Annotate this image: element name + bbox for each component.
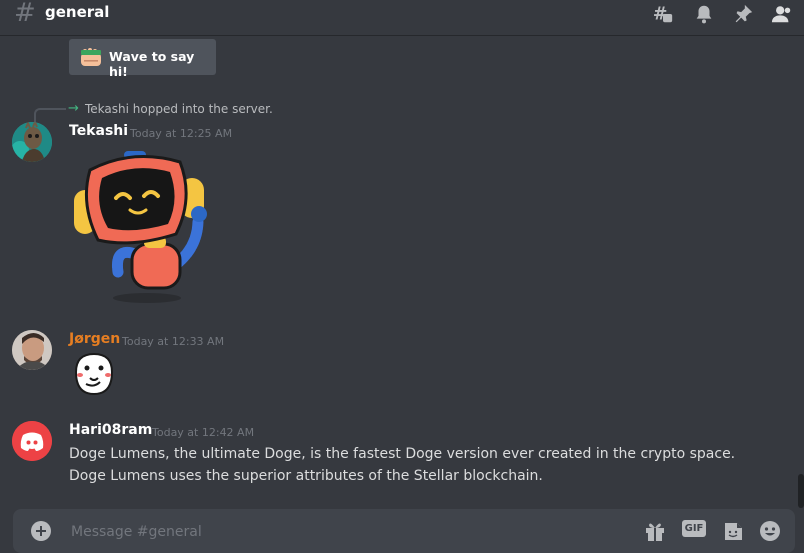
- reply-connector: [34, 108, 66, 124]
- avatar-jorgen[interactable]: [12, 330, 52, 370]
- members-icon[interactable]: [771, 3, 793, 25]
- robot-sticker[interactable]: [72, 148, 212, 306]
- gif-icon[interactable]: GIF: [682, 520, 706, 537]
- add-icon[interactable]: [31, 521, 51, 541]
- discord-logo-icon: [12, 421, 52, 461]
- threads-icon[interactable]: #: [652, 3, 674, 25]
- pin-icon[interactable]: [732, 3, 754, 25]
- scrollbar-thumb[interactable]: [798, 474, 804, 508]
- person-avatar-icon: [12, 330, 52, 370]
- message-input[interactable]: [69, 520, 573, 544]
- gift-icon[interactable]: [644, 520, 666, 542]
- channel-header: # general #: [0, 0, 804, 36]
- username-tekashi[interactable]: Tekashi: [69, 123, 128, 139]
- emoji-icon[interactable]: [759, 520, 781, 542]
- channel-name: general: [45, 3, 110, 21]
- timestamp: Today at 12:25 AM: [130, 127, 233, 140]
- blob-sticker[interactable]: [70, 350, 118, 398]
- avatar-hari08ram[interactable]: [12, 421, 52, 461]
- timestamp: Today at 12:42 AM: [152, 426, 255, 439]
- message-text: Doge Lumens, the ultimate Doge, is the f…: [69, 446, 736, 484]
- wave-button[interactable]: Wave to say hi!: [69, 39, 216, 79]
- sticker-icon[interactable]: [722, 520, 744, 542]
- timestamp: Today at 12:33 AM: [122, 335, 225, 348]
- join-arrow-icon: →: [68, 101, 79, 116]
- avatar-tekashi[interactable]: [12, 122, 52, 162]
- wave-label: Wave to say hi!: [109, 49, 195, 79]
- username-jorgen[interactable]: Jørgen: [69, 331, 120, 347]
- join-message: Tekashi hopped into the server.: [85, 102, 273, 116]
- message-composer: GIF: [13, 509, 795, 553]
- groot-avatar-icon: [12, 122, 52, 162]
- bell-icon[interactable]: [693, 3, 715, 25]
- username-hari08ram[interactable]: Hari08ram: [69, 422, 152, 438]
- waving-hand-icon: [81, 48, 101, 66]
- hashtag-icon: #: [14, 0, 36, 28]
